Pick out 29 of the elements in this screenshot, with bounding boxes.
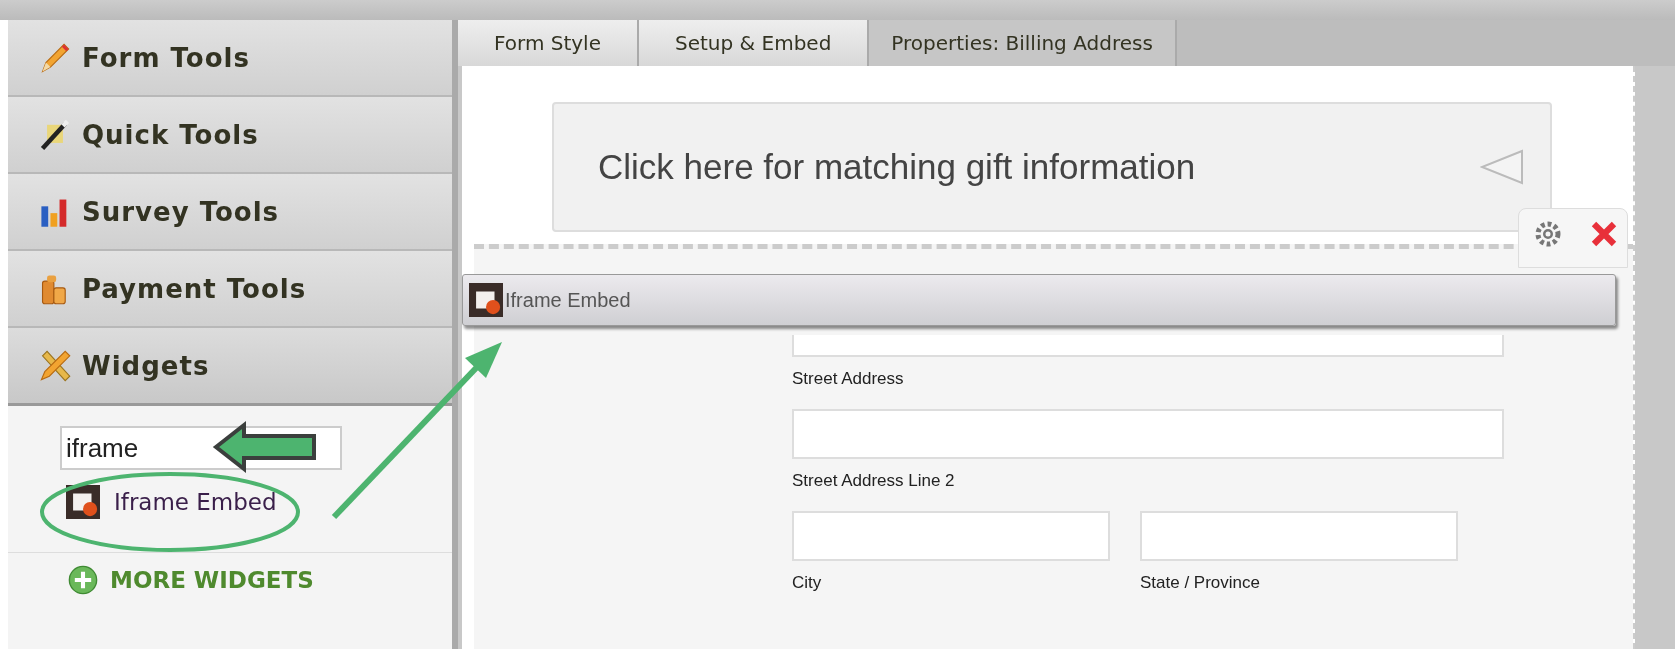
widget-label: Iframe Embed	[505, 288, 631, 312]
tab[interactable]: Setup & Embed	[639, 20, 870, 66]
ruler-pencil-icon	[38, 348, 72, 383]
more-widgets-link[interactable]: MORE WIDGETS	[68, 565, 452, 595]
plus-icon	[68, 565, 98, 595]
banner-button[interactable]: Click here for matching gift information	[552, 102, 1552, 232]
close-icon[interactable]	[1589, 219, 1619, 249]
frame-icon	[66, 485, 100, 519]
tab[interactable]: Form Style	[458, 20, 639, 66]
sidebar-section[interactable]: Widgets	[8, 328, 452, 406]
input-field[interactable]	[1140, 511, 1458, 561]
tab[interactable]: Properties: Billing Address	[869, 20, 1177, 66]
input-field[interactable]	[792, 335, 1504, 357]
frame-icon	[469, 283, 503, 317]
field-label: State / Province	[1140, 573, 1261, 593]
sidebar-section[interactable]: Payment Tools	[8, 251, 452, 328]
sidebar-section[interactable]: Survey Tools	[8, 174, 452, 251]
sidebar-section[interactable]: Form Tools	[8, 20, 452, 97]
sidebar-section[interactable]: Quick Tools	[8, 97, 452, 174]
dragged-widget-bar[interactable]: Iframe Embed	[462, 274, 1616, 326]
widget-list-item[interactable]: Iframe Embed	[66, 482, 452, 522]
field-label: Street Address	[792, 369, 905, 389]
wand-icon	[38, 117, 72, 152]
input-field[interactable]	[792, 409, 1504, 459]
settings-icon[interactable]	[1533, 219, 1563, 249]
field-label: Street Address Line 2	[792, 471, 956, 491]
field-label: City	[792, 573, 823, 593]
input-field[interactable]	[792, 511, 1110, 561]
triangle-left-icon	[1480, 149, 1524, 185]
